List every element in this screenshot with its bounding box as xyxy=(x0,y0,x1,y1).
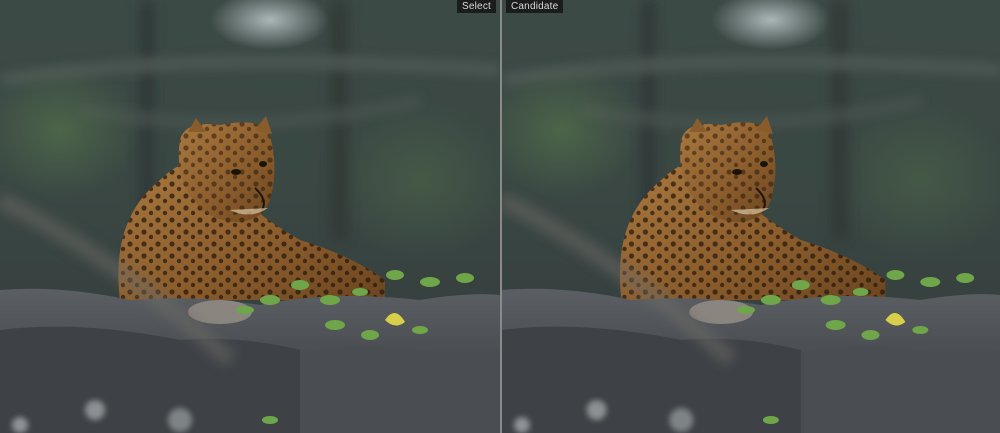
candidate-photo xyxy=(502,0,1000,433)
candidate-label: Candidate xyxy=(506,0,564,13)
candidate-pane[interactable]: Candidate xyxy=(502,0,1000,433)
select-pane[interactable]: Select xyxy=(0,0,500,433)
select-photo xyxy=(0,0,500,433)
compare-view: Select Candidate xyxy=(0,0,1000,433)
select-label: Select xyxy=(457,0,496,13)
